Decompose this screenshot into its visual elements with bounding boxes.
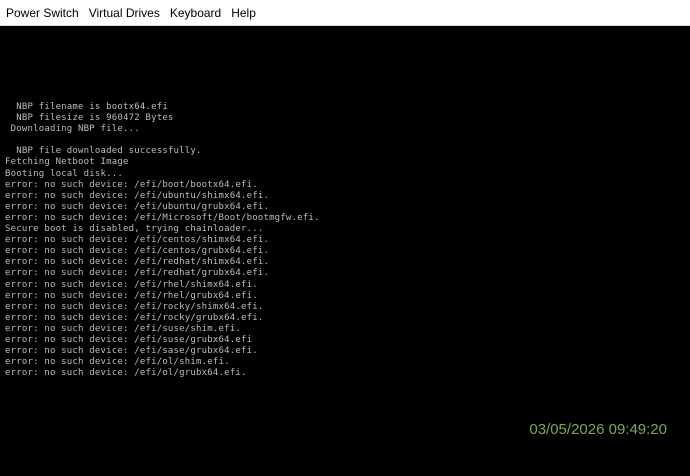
console-line: error: no such device: /efi/boot/bootx64… <box>5 179 258 190</box>
console-line: error: no such device: /efi/rocky/shimx6… <box>5 301 264 312</box>
console-line: error: no such device: /efi/ubuntu/shimx… <box>5 190 270 201</box>
console-line: error: no such device: /efi/rhel/grubx64… <box>5 290 258 301</box>
menu-power-switch[interactable]: Power Switch <box>2 3 83 23</box>
menu-help[interactable]: Help <box>227 3 260 23</box>
console-output: NBP filename is bootx64.efi NBP filesize… <box>5 102 320 379</box>
console-line: error: no such device: /efi/redhat/grubx… <box>5 268 270 279</box>
menu-keyboard[interactable]: Keyboard <box>166 3 225 23</box>
console-line: NBP filename is bootx64.efi <box>5 102 168 112</box>
console-line: Fetching Netboot Image <box>5 157 129 168</box>
console-line: NBP file downloaded successfully. <box>5 146 202 157</box>
console-line: error: no such device: /efi/centos/grubx… <box>5 246 270 257</box>
console-line: error: no such device: /efi/Microsoft/Bo… <box>5 212 320 223</box>
console-line: error: no such device: /efi/redhat/shimx… <box>5 257 270 268</box>
console-line: error: no such device: /efi/ubuntu/grubx… <box>5 201 270 212</box>
console-line: Booting local disk... <box>5 168 123 179</box>
console-line: Secure boot is disabled, trying chainloa… <box>5 224 264 235</box>
menu-virtual-drives[interactable]: Virtual Drives <box>85 3 164 23</box>
console-line: NBP filesize is 960472 Bytes <box>5 113 174 124</box>
console-line: error: no such device: /efi/suse/shim.ef… <box>5 323 241 334</box>
remote-console-screen[interactable]: NBP filename is bootx64.efi NBP filesize… <box>0 26 690 476</box>
console-line: error: no such device: /efi/ol/shim.efi. <box>5 357 230 368</box>
console-line: error: no such device: /efi/suse/grubx64… <box>5 334 253 345</box>
menu-bar: Power Switch Virtual Drives Keyboard Hel… <box>0 0 690 26</box>
console-line: error: no such device: /efi/sase/grubx64… <box>5 346 258 357</box>
console-line: error: no such device: /efi/centos/shimx… <box>5 235 270 246</box>
console-line: error: no such device: /efi/rocky/grubx6… <box>5 312 264 323</box>
console-line: Downloading NBP file... <box>5 124 140 135</box>
console-line: error: no such device: /efi/rhel/shimx64… <box>5 279 258 290</box>
console-line: error: no such device: /efi/ol/grubx64.e… <box>5 368 247 379</box>
timestamp-overlay: 03/05/2026 09:49:20 <box>529 421 667 438</box>
